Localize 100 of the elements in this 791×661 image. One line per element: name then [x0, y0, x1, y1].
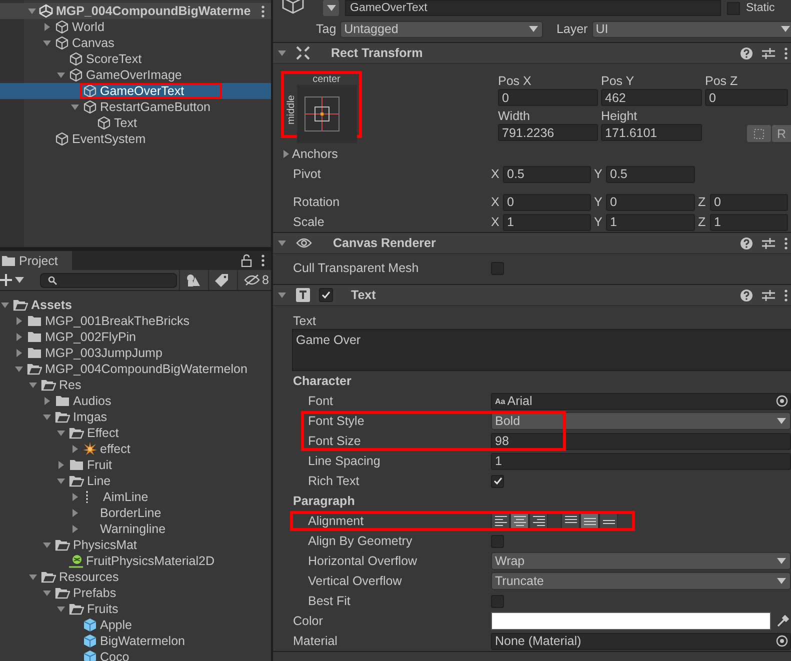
project-item[interactable]: Effect — [0, 425, 271, 441]
number-field[interactable]: 0.5 — [606, 166, 695, 182]
color-swatch[interactable] — [491, 612, 771, 630]
hierarchy-item[interactable]: ScoreText — [0, 51, 271, 67]
project-item[interactable]: MGP_001BreakTheBricks — [0, 313, 271, 329]
hierarchy-item[interactable]: Text — [0, 115, 271, 131]
preset-sliders-icon[interactable] — [762, 236, 775, 250]
expand-arrow-icon[interactable] — [57, 477, 65, 485]
expand-arrow-icon[interactable] — [57, 429, 65, 437]
project-item[interactable]: PhysicsMat — [0, 537, 271, 553]
project-item[interactable]: Audios — [0, 393, 271, 409]
project-item[interactable]: Prefabs — [0, 585, 271, 601]
hierarchy-item[interactable]: EventSystem — [0, 131, 271, 147]
more-menu-icon[interactable] — [784, 236, 788, 250]
project-item[interactable]: MGP_004CompoundBigWatermelon — [0, 361, 271, 377]
active-toggle-dropdown[interactable] — [323, 0, 339, 16]
project-item[interactable]: BigWatermelon — [0, 633, 271, 649]
project-item[interactable]: Resources — [0, 569, 271, 585]
lock-icon[interactable] — [241, 254, 252, 267]
project-item[interactable]: Coco — [0, 649, 271, 661]
checkbox[interactable] — [319, 288, 333, 302]
number-field[interactable]: 0 — [498, 89, 598, 106]
project-item[interactable]: FruitPhysicsMaterial2D — [0, 553, 271, 569]
more-menu-icon[interactable] — [784, 46, 788, 60]
checkbox[interactable] — [491, 262, 504, 274]
help-icon[interactable] — [740, 46, 753, 60]
expand-arrow-icon[interactable] — [278, 239, 286, 247]
project-item[interactable]: MGP_002FlyPin — [0, 329, 271, 345]
project-item[interactable]: Line — [0, 473, 271, 489]
project-item[interactable]: Apple — [0, 617, 271, 633]
project-item[interactable]: Fruit — [0, 457, 271, 473]
project-item[interactable]: MGP_003JumpJump — [0, 345, 271, 361]
more-menu-icon[interactable] — [261, 254, 265, 267]
number-field[interactable]: 462 — [601, 89, 702, 106]
project-item[interactable]: Fruits — [0, 601, 271, 617]
expand-arrow-icon[interactable] — [278, 291, 286, 299]
dropdown[interactable]: Wrap — [491, 552, 791, 570]
collapse-arrow-icon[interactable] — [71, 493, 79, 501]
project-item[interactable]: Imgas — [0, 409, 271, 425]
expand-arrow-icon[interactable] — [57, 605, 65, 613]
hierarchy-item[interactable]: RestartGameButton — [0, 99, 271, 115]
expand-arrow-icon[interactable] — [43, 39, 51, 47]
help-icon[interactable] — [740, 236, 753, 250]
collapse-arrow-icon[interactable] — [43, 23, 51, 31]
project-tab[interactable]: Project — [0, 251, 72, 270]
hierarchy-item[interactable]: World — [0, 19, 271, 35]
component-header[interactable]: Text — [273, 285, 791, 306]
hidden-packages-button[interactable]: 8 — [237, 270, 271, 290]
anchors-foldout[interactable]: Anchors — [282, 147, 338, 161]
dropdown[interactable]: Truncate — [491, 572, 791, 590]
number-field[interactable]: 1 — [606, 214, 695, 230]
tag-dropdown[interactable]: Untagged — [340, 20, 544, 38]
preset-sliders-icon[interactable] — [762, 46, 775, 60]
number-field[interactable]: 171.6101 — [601, 124, 702, 141]
target-icon[interactable] — [776, 395, 788, 407]
number-field[interactable]: 1 — [491, 452, 791, 470]
project-item[interactable]: Res — [0, 377, 271, 393]
number-field[interactable]: 0 — [606, 194, 695, 210]
number-field[interactable]: 0 — [705, 89, 788, 106]
number-field[interactable]: 0.5 — [503, 166, 591, 182]
layer-dropdown[interactable]: UI — [592, 20, 791, 38]
component-header[interactable]: Rect Transform — [273, 43, 791, 64]
name-field[interactable]: GameOverText — [345, 0, 721, 16]
expand-arrow-icon[interactable] — [15, 365, 23, 373]
scene-header[interactable]: MGP_004CompoundBigWaterme — [0, 3, 271, 19]
more-menu-icon[interactable] — [261, 4, 265, 18]
component-header[interactable]: Canvas Renderer — [273, 233, 791, 254]
collapse-arrow-icon[interactable] — [15, 349, 23, 357]
more-menu-icon[interactable] — [784, 288, 788, 302]
expand-arrow-icon[interactable] — [29, 381, 37, 389]
collapse-arrow-icon[interactable] — [71, 525, 79, 533]
number-field[interactable]: 98 — [491, 432, 791, 450]
help-icon[interactable] — [740, 288, 753, 302]
project-item[interactable]: BorderLine — [0, 505, 271, 521]
number-field[interactable]: 0 — [503, 194, 591, 210]
project-item[interactable]: effect — [0, 441, 271, 457]
hierarchy-item[interactable]: GameOverImage — [0, 67, 271, 83]
expand-arrow-icon[interactable] — [29, 573, 37, 581]
hierarchy-item[interactable]: Canvas — [0, 35, 271, 51]
expand-arrow-icon[interactable] — [43, 541, 51, 549]
collapse-arrow-icon[interactable] — [43, 397, 51, 405]
object-field[interactable]: Aa Arial — [491, 392, 791, 410]
text-area[interactable]: Game Over — [292, 329, 791, 371]
project-item[interactable]: AimLine — [0, 489, 271, 505]
expand-arrow-icon[interactable] — [1, 301, 9, 309]
collapse-arrow-icon[interactable] — [282, 150, 290, 158]
blueprint-mode-button[interactable] — [747, 125, 771, 142]
collapse-arrow-icon[interactable] — [71, 445, 79, 453]
hierarchy-item[interactable]: GameOverText — [0, 83, 271, 99]
collapse-arrow-icon[interactable] — [57, 461, 65, 469]
collapse-arrow-icon[interactable] — [71, 509, 79, 517]
number-field[interactable]: 0 — [710, 194, 788, 210]
dropdown[interactable]: Bold — [491, 412, 791, 430]
object-field[interactable]: None (Material) — [491, 632, 791, 650]
project-item[interactable]: Assets — [0, 297, 271, 313]
checkbox[interactable] — [491, 474, 504, 488]
search-field[interactable] — [40, 272, 178, 288]
checkbox[interactable] — [491, 594, 504, 608]
expand-arrow-icon[interactable] — [43, 589, 51, 597]
expand-arrow-icon[interactable] — [278, 49, 286, 57]
